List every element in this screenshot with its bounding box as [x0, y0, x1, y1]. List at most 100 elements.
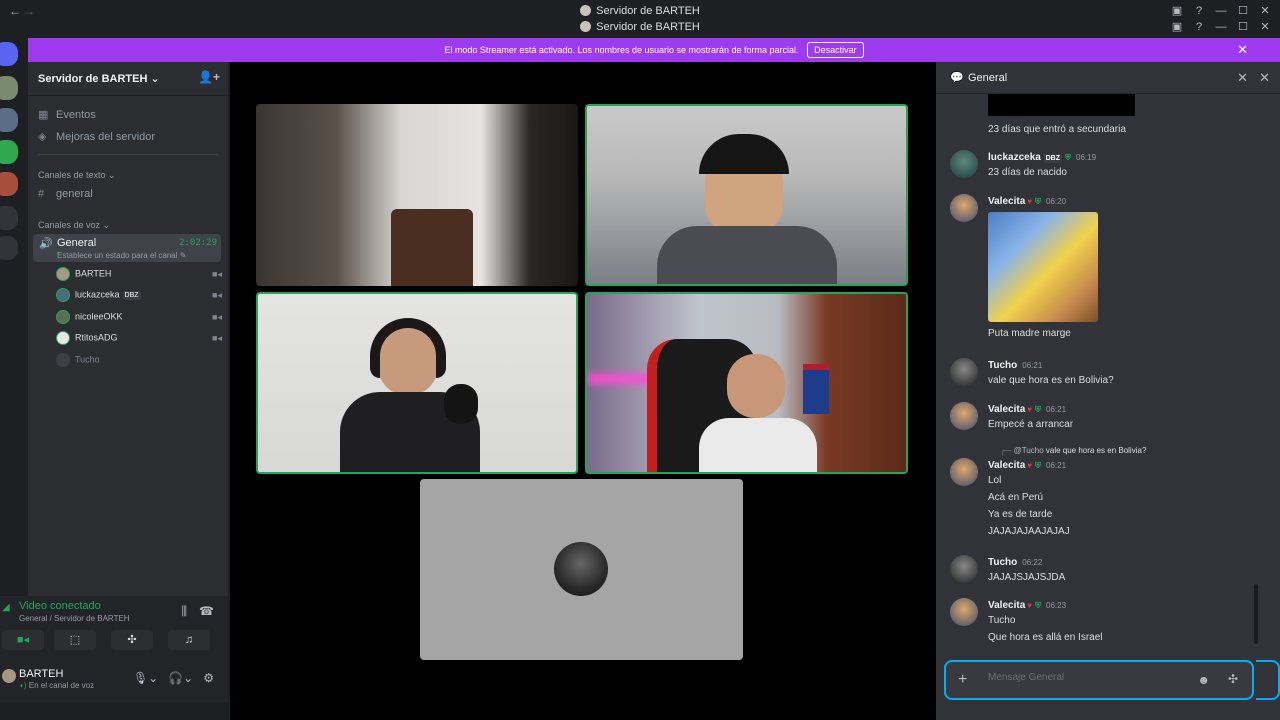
help-icon[interactable]: ? [1188, 21, 1210, 33]
participant-hair [370, 318, 446, 378]
close-icon[interactable]: ✕ [1259, 70, 1270, 86]
discover-icon[interactable] [0, 236, 18, 260]
avatar[interactable] [950, 402, 978, 430]
avatar[interactable] [950, 598, 978, 626]
message-author[interactable]: luckazceka DBZ ⛨ 06:19 [988, 152, 1096, 163]
message-input[interactable] [988, 672, 1188, 683]
soundboard-button[interactable]: ♫ [168, 630, 210, 650]
close-window-icon[interactable]: ✕ [1254, 4, 1276, 17]
message-author[interactable]: Tucho 06:21 [988, 360, 1042, 371]
username: BARTEH [19, 668, 64, 680]
video-tile[interactable] [256, 104, 578, 286]
message-author[interactable]: Valecita ♥ ⛨ 06:21 [988, 404, 1066, 415]
avatar[interactable] [2, 669, 16, 683]
dbz-badge: DBZ [1043, 154, 1062, 163]
server-icon[interactable] [0, 108, 18, 132]
headphones-icon[interactable]: 🎧⌄ [168, 671, 193, 685]
microphone-icon[interactable]: 🎙⌄ [133, 671, 158, 685]
sidebar-item-events[interactable]: ▦ Eventos [28, 108, 228, 130]
heart-icon: ♥ [1027, 197, 1033, 206]
minimize-icon[interactable]: — [1210, 5, 1232, 17]
microphone-image [444, 384, 478, 424]
reply-reference[interactable]: ┌─ @Tucho vale que hora es en Bolivia? [1000, 446, 1146, 455]
close-icon[interactable]: ✕ [1237, 38, 1248, 62]
server-icon[interactable] [0, 140, 18, 164]
voice-location: General / Servidor de BARTEH [19, 614, 130, 623]
disconnect-icon[interactable]: ☎ [199, 604, 214, 618]
avatar[interactable] [950, 150, 978, 178]
video-tile-speaking[interactable] [585, 292, 908, 474]
heart-icon: ♥ [1027, 601, 1033, 610]
close-icon[interactable]: ✕ [1237, 70, 1248, 86]
avatar[interactable] [950, 358, 978, 386]
call-timer: 2:02:29 [179, 238, 217, 248]
gif-image[interactable] [988, 212, 1098, 322]
heart-icon: ♥ [1027, 461, 1033, 470]
shield-badge-icon: ⛨ [1035, 405, 1042, 414]
emoji-icon[interactable]: ☻ [1197, 673, 1210, 687]
maximize-icon[interactable]: ☐ [1232, 20, 1254, 33]
apps-icon[interactable]: ✣ [1228, 672, 1238, 686]
server-avatar-icon [580, 21, 592, 32]
set-status-link[interactable]: Establece un estado para el canal ✎ [57, 251, 186, 260]
invite-people-icon[interactable]: 👤+ [198, 70, 220, 84]
voice-user[interactable]: RtitosADG ■◂ [56, 331, 228, 349]
chat-bubble-icon: 💬 [950, 72, 964, 84]
avatar [56, 267, 70, 281]
activities-button[interactable]: ✣ [111, 630, 153, 650]
camera-icon: ■◂ [16, 634, 30, 646]
settings-gear-icon[interactable]: ⚙ [203, 671, 214, 685]
voice-user[interactable]: Tucho [56, 353, 228, 371]
category-text-channels[interactable]: Canales de texto ⌄ + [38, 168, 288, 181]
hashtag-icon: # [38, 188, 45, 200]
sidebar-item-boosts[interactable]: ◈ Mejoras del servidor [28, 130, 228, 152]
message-author[interactable]: Tucho 06:22 [988, 557, 1042, 568]
avatar[interactable] [950, 194, 978, 222]
video-tile-avatar[interactable] [420, 479, 743, 660]
chat-scrollbar[interactable] [1254, 584, 1258, 644]
voice-status[interactable]: Video conectado [19, 600, 101, 612]
shield-badge-icon: ⛨ [1035, 461, 1042, 470]
voice-user[interactable]: luckazceka DBZ ■◂ [56, 288, 228, 306]
window-controls-secondary: ▣? — ☐ ✕ [1166, 20, 1276, 33]
inbox-icon[interactable]: ▣ [1166, 4, 1188, 17]
dbz-badge: DBZ [122, 291, 141, 301]
category-voice-channels[interactable]: Canales de voz ⌄ + [38, 218, 282, 231]
embedded-image [988, 94, 1135, 116]
chevron-down-icon: ⌄ [150, 73, 160, 85]
participant-body [657, 226, 837, 284]
video-tile-speaking[interactable] [256, 292, 578, 474]
voice-channel-general[interactable]: 🔊 General 2:02:29 Establece un estado pa… [33, 234, 221, 262]
inbox-icon[interactable]: ▣ [1166, 20, 1188, 33]
add-attachment-icon[interactable]: + [958, 671, 967, 689]
avatar[interactable] [950, 458, 978, 486]
camera-icon: ■◂ [212, 269, 222, 279]
window-title-secondary: Servidor de BARTEH [0, 21, 1280, 33]
noise-suppression-icon[interactable]: ⫼ [182, 604, 188, 618]
close-window-icon[interactable]: ✕ [1254, 20, 1276, 33]
server-icon[interactable] [0, 172, 18, 196]
help-icon[interactable]: ? [1188, 5, 1210, 17]
voice-user[interactable]: nicoleeOKK ■◂ [56, 310, 228, 328]
avatar[interactable] [950, 555, 978, 583]
screen-share-button[interactable]: ⬚ [54, 630, 96, 650]
message-author[interactable]: Valecita ♥ ⛨ 06:20 [988, 196, 1066, 207]
message-author[interactable]: Valecita ♥ ⛨ 06:21 [988, 460, 1066, 471]
participant-body [699, 418, 817, 472]
chat-channel-name: General [968, 72, 1008, 84]
voice-user[interactable]: BARTEH ■◂ [56, 267, 228, 285]
camera-toggle-button[interactable]: ■◂ [2, 630, 44, 650]
add-server-icon[interactable] [0, 206, 18, 230]
jersey-image [803, 364, 829, 414]
message-author[interactable]: Valecita ♥ ⛨ 06:23 [988, 600, 1066, 611]
calendar-icon: ▦ [38, 109, 49, 121]
maximize-icon[interactable]: ☐ [1232, 4, 1254, 17]
home-icon[interactable] [0, 42, 18, 66]
server-icon[interactable] [0, 76, 18, 100]
channel-general-text[interactable]: # general [28, 188, 228, 210]
video-tile-speaking[interactable] [585, 104, 908, 286]
server-name: Servidor de BARTEH [38, 73, 148, 85]
minimize-icon[interactable]: — [1210, 21, 1232, 33]
server-header[interactable]: Servidor de BARTEH ⌄ 👤+ [28, 62, 228, 96]
disable-streamer-button[interactable]: Desactivar [807, 42, 864, 58]
